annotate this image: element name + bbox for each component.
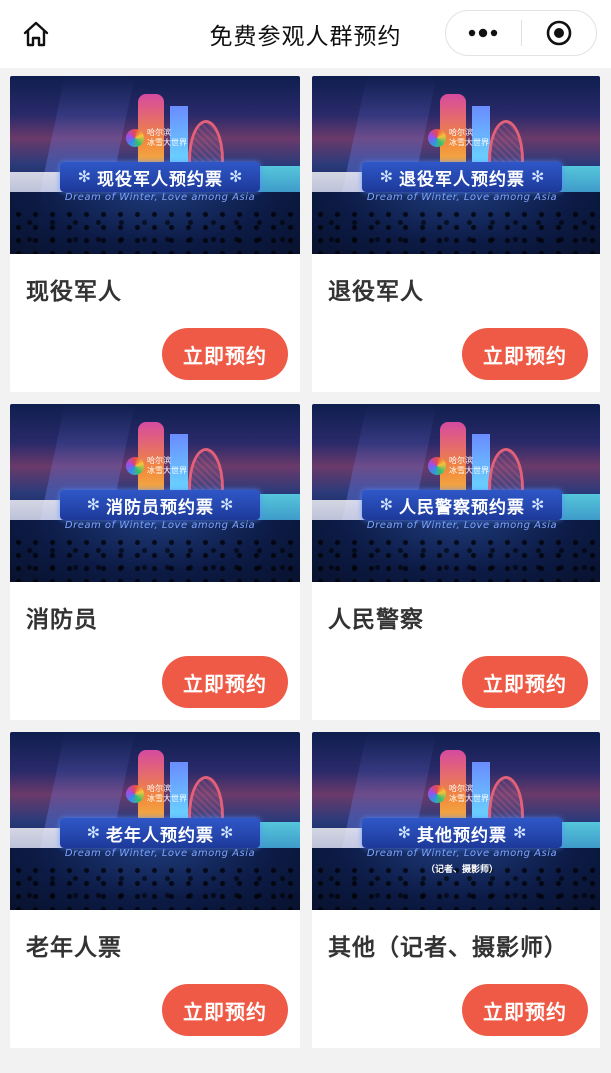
banner-label: 老年人预约票 [106,825,214,846]
banner-ribbon: ✻ 消防员预约票 ✻ [60,490,260,520]
card-banner-image: 哈尔滨 冰雪大世界 ✻ 其他预约票 ✻ Dream of Winter, Love a… [312,732,600,910]
banner-ribbon: ✻ 其他预约票 ✻ [362,818,562,848]
book-now-button[interactable]: 立即预约 [162,328,288,380]
ice-world-logo: 哈尔滨 冰雪大世界 [428,776,498,812]
banner-label: 人民警察预约票 [399,497,525,518]
snowflake-icon: ✻ [220,495,234,514]
snowflake-icon: ✻ [531,167,545,186]
card-banner-image: 哈尔滨 冰雪大世界 ✻ 现役军人预约票 ✻ Dream of Winter, Love… [10,76,300,254]
card-title: 消防员 [26,607,98,633]
card-banner-image: 哈尔滨 冰雪大世界 ✻ 人民警察预约票 ✻ Dream of Winter, Love… [312,404,600,582]
ice-world-logo: 哈尔滨 冰雪大世界 [126,120,196,156]
banner-ribbon: ✻ 老年人预约票 ✻ [60,818,260,848]
book-now-button[interactable]: 立即预约 [462,656,588,708]
snowflake-icon: ✻ [220,823,234,842]
card-banner-image: 哈尔滨 冰雪大世界 ✻ 老年人预约票 ✻ Dream of Winter, Love … [10,732,300,910]
banner-slogan: Dream of Winter, Love among Asia [366,192,558,203]
more-dots-icon [469,28,498,38]
snowflake-icon: ✻ [397,823,411,842]
book-now-button[interactable]: 立即预约 [162,656,288,708]
card-title: 人民警察 [328,607,424,633]
ticket-grid: 哈尔滨 冰雪大世界 ✻ 现役军人预约票 ✻ Dream of Winter, Love… [10,76,600,1048]
book-now-button[interactable]: 立即预约 [162,984,288,1036]
banner-ribbon: ✻ 现役军人预约票 ✻ [60,162,260,192]
card-title: 现役军人 [26,279,122,305]
ticket-card-senior: 哈尔滨 冰雪大世界 ✻ 老年人预约票 ✻ Dream of Winter, Love … [10,732,300,1048]
ice-world-logo: 哈尔滨 冰雪大世界 [428,120,498,156]
banner-label: 其他预约票 [417,825,507,846]
snowflake-icon: ✻ [229,167,243,186]
banner-ribbon: ✻ 人民警察预约票 ✻ [362,490,562,520]
banner-label: 退役军人预约票 [399,169,525,190]
banner-slogan: Dream of Winter, Love among Asia [64,848,256,859]
card-banner-image: 哈尔滨 冰雪大世界 ✻ 消防员预约票 ✻ Dream of Winter, Love … [10,404,300,582]
ice-world-logo: 哈尔滨 冰雪大世界 [126,448,196,484]
ticket-card-veteran: 哈尔滨 冰雪大世界 ✻ 退役军人预约票 ✻ Dream of Winter, Love… [312,76,600,392]
banner-label: 消防员预约票 [106,497,214,518]
snowflake-icon: ✻ [86,823,100,842]
mini-program-capsule [445,10,597,56]
ice-world-logo: 哈尔滨 冰雪大世界 [428,448,498,484]
banner-slogan: Dream of Winter, Love among Asia [366,848,558,859]
banner-slogan: Dream of Winter, Love among Asia [366,520,558,531]
close-mini-program-button[interactable] [522,11,597,55]
mini-program-close-icon [546,20,572,46]
home-icon [23,21,49,47]
ice-world-logo: 哈尔滨 冰雪大世界 [126,776,196,812]
snowflake-icon: ✻ [379,167,393,186]
snowflake-icon: ✻ [77,167,91,186]
ticket-card-firefighter: 哈尔滨 冰雪大世界 ✻ 消防员预约票 ✻ Dream of Winter, Love … [10,404,300,720]
snowflake-icon: ✻ [379,495,393,514]
banner-label: 现役军人预约票 [97,169,223,190]
navigation-bar: 免费参观人群预约 [0,0,611,68]
snowflake-icon: ✻ [513,823,527,842]
ticket-card-other: 哈尔滨 冰雪大世界 ✻ 其他预约票 ✻ Dream of Winter, Love a… [312,732,600,1048]
card-banner-image: 哈尔滨 冰雪大世界 ✻ 退役军人预约票 ✻ Dream of Winter, Love… [312,76,600,254]
home-button[interactable] [18,16,54,52]
snowflake-icon: ✻ [86,495,100,514]
ticket-card-police: 哈尔滨 冰雪大世界 ✻ 人民警察预约票 ✻ Dream of Winter, Love… [312,404,600,720]
card-title: 退役军人 [328,279,424,305]
banner-subnote: （记者、摄影师） [425,865,498,875]
snowflake-icon: ✻ [531,495,545,514]
card-title: 其他（记者、摄影师） [328,935,568,961]
page-title: 免费参观人群预约 [209,24,402,50]
book-now-button[interactable]: 立即预约 [462,984,588,1036]
banner-slogan: Dream of Winter, Love among Asia [64,192,256,203]
ticket-card-active-military: 哈尔滨 冰雪大世界 ✻ 现役军人预约票 ✻ Dream of Winter, Love… [10,76,300,392]
card-title: 老年人票 [26,935,122,961]
book-now-button[interactable]: 立即预约 [462,328,588,380]
banner-slogan: Dream of Winter, Love among Asia [64,520,256,531]
banner-ribbon: ✻ 退役军人预约票 ✻ [362,162,562,192]
more-button[interactable] [446,11,521,55]
